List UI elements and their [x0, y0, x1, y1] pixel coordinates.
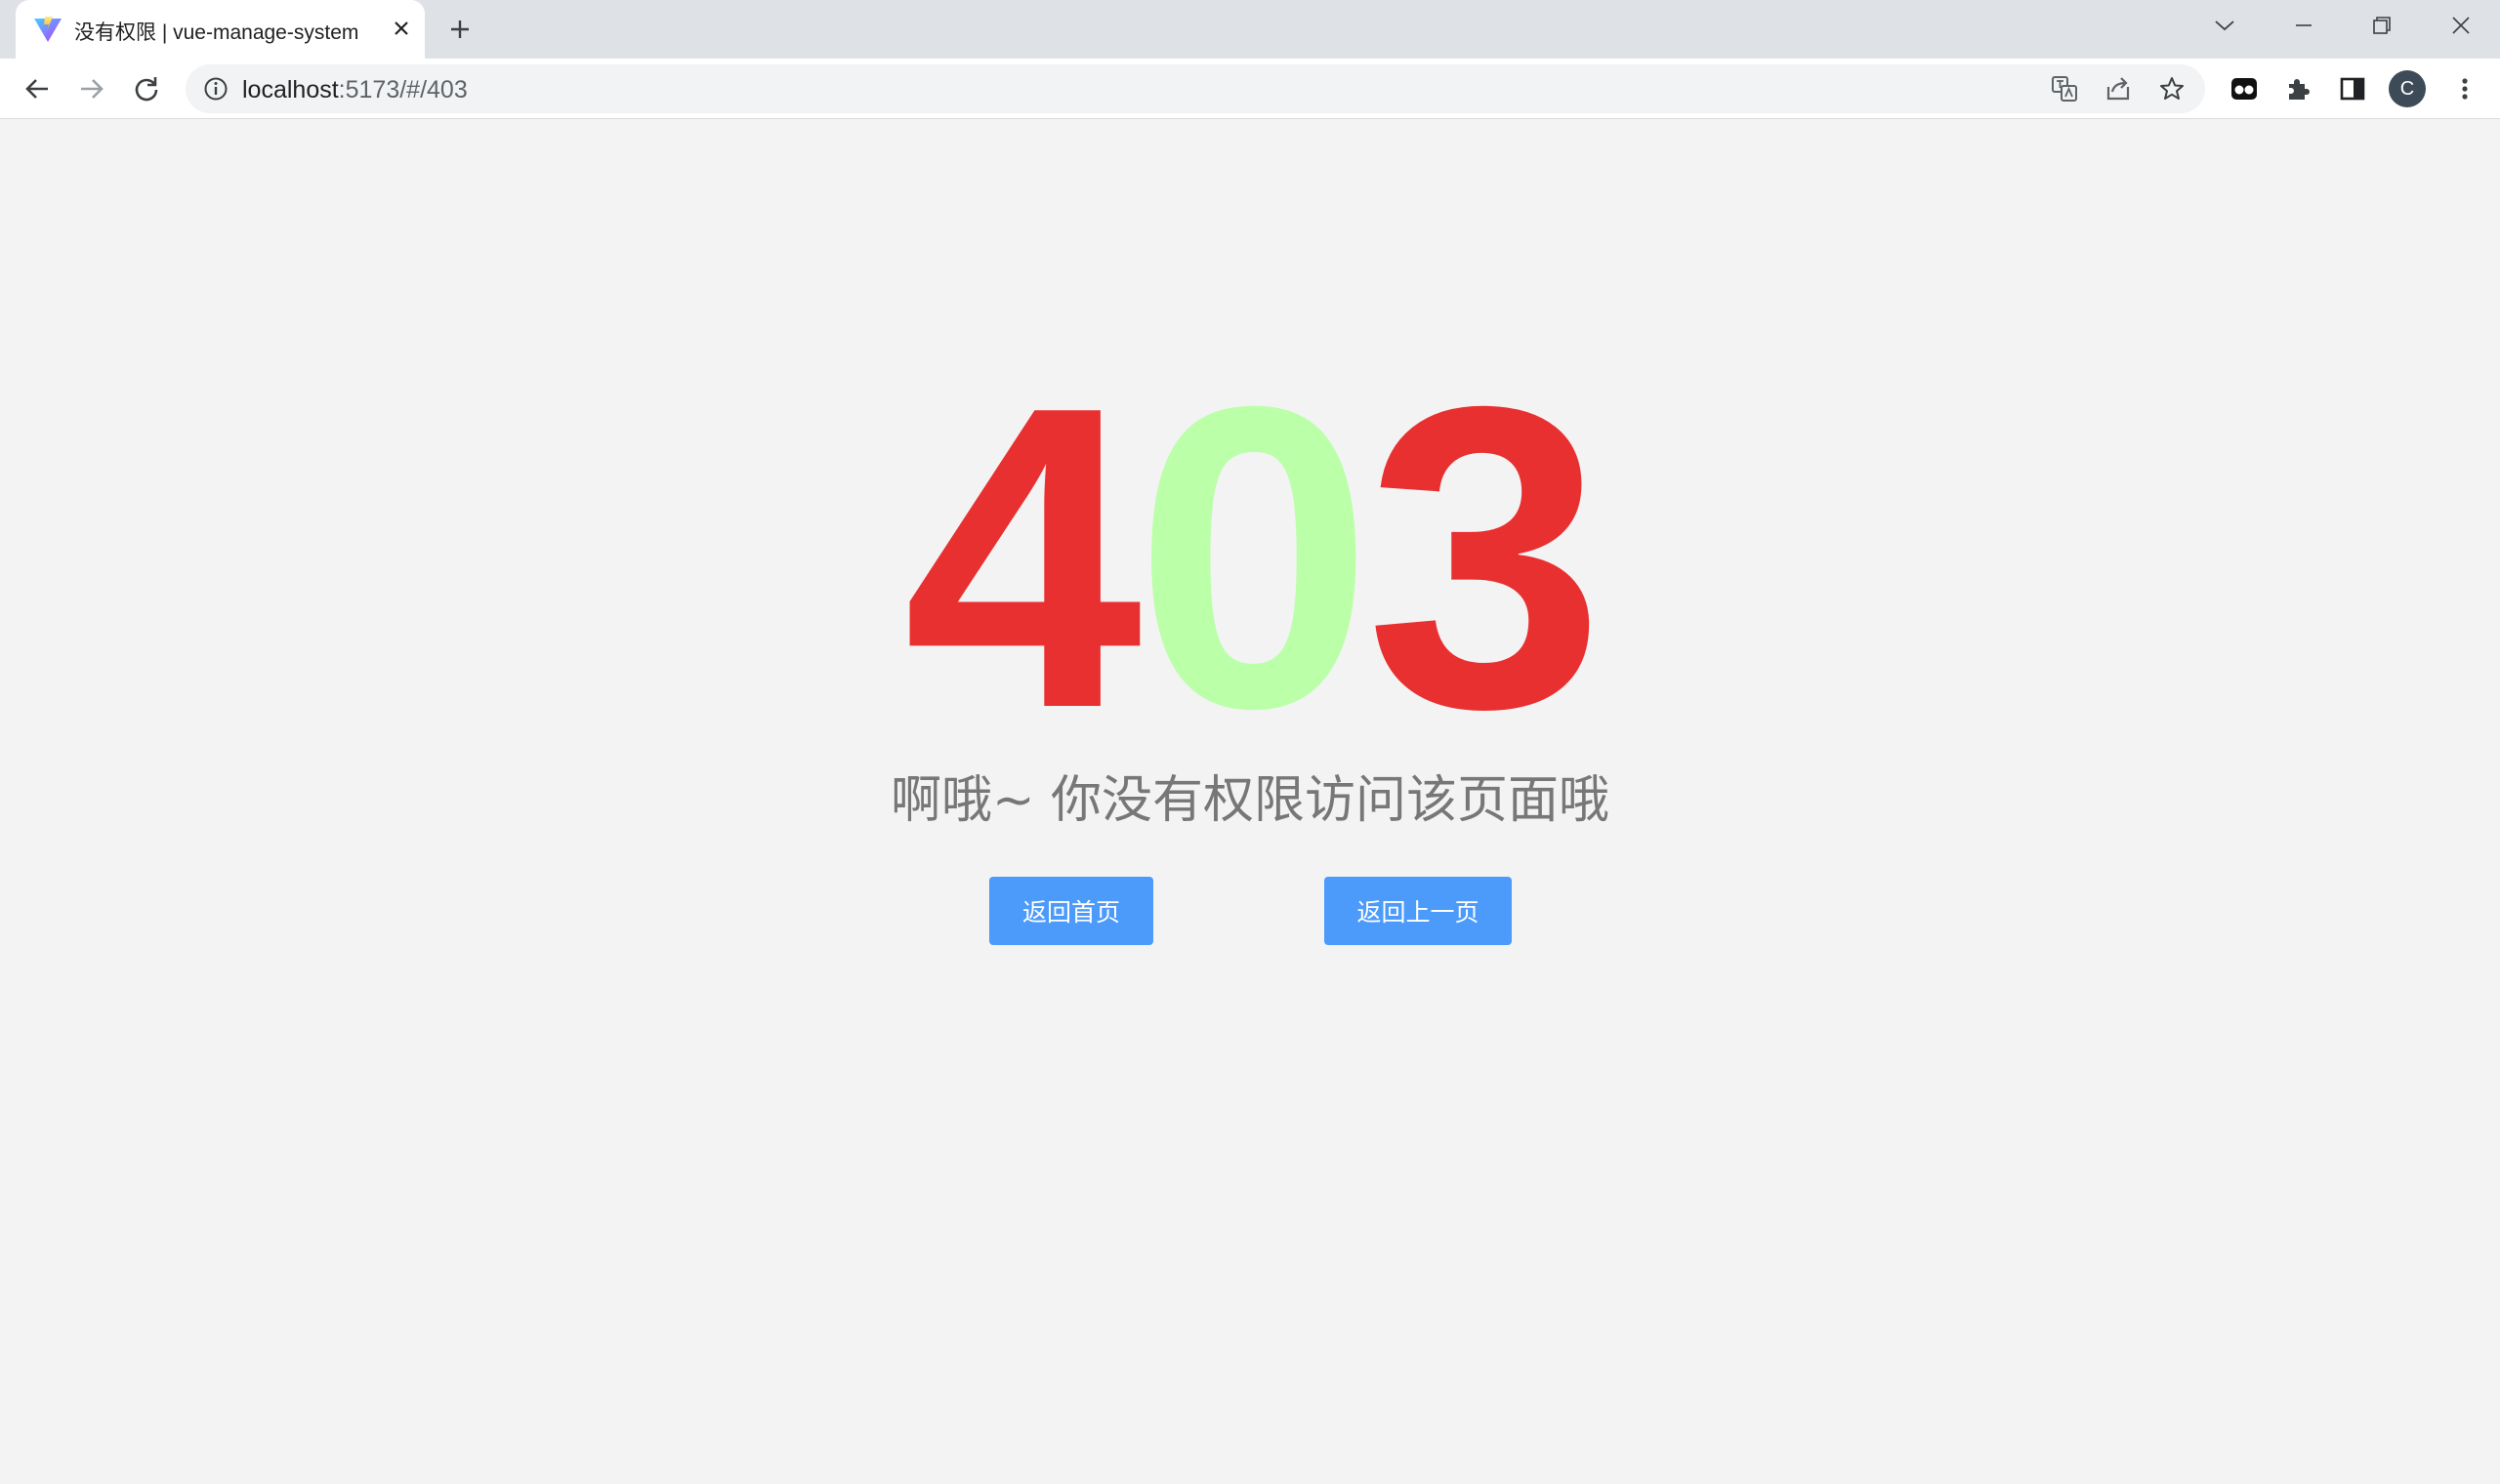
- chevron-down-icon[interactable]: [2205, 8, 2244, 43]
- close-icon[interactable]: [387, 14, 416, 43]
- forward-arrow-icon[interactable]: [72, 69, 111, 108]
- minimize-icon[interactable]: [2284, 8, 2323, 43]
- profile-avatar[interactable]: C: [2389, 70, 2426, 107]
- translate-icon[interactable]: [2049, 73, 2080, 104]
- browser-toolbar: localhost:5173/#/403 C: [0, 59, 2500, 119]
- error-message: 啊哦~ 你没有权限访问该页面哦: [890, 771, 1610, 830]
- browser-tab-active[interactable]: 没有权限 | vue-manage-system: [16, 0, 425, 59]
- side-panel-icon[interactable]: [2333, 69, 2372, 108]
- star-icon[interactable]: [2156, 73, 2188, 104]
- vite-logo-icon: [33, 16, 62, 43]
- url-host: localhost: [242, 76, 339, 103]
- error-code-digit-3: 3: [1365, 318, 1604, 798]
- address-bar[interactable]: localhost:5173/#/403: [186, 64, 2205, 113]
- plus-icon[interactable]: [442, 12, 478, 47]
- extension-icon[interactable]: [2225, 69, 2264, 108]
- page-viewport: 403 啊哦~ 你没有权限访问该页面哦 返回首页 返回上一页: [0, 119, 2500, 1484]
- share-icon[interactable]: [2103, 73, 2134, 104]
- url-text[interactable]: localhost:5173/#/403: [242, 76, 468, 104]
- error-code: 403: [0, 344, 2500, 773]
- back-arrow-icon[interactable]: [18, 69, 57, 108]
- error-code-digit-4: 4: [902, 318, 1143, 798]
- puzzle-icon[interactable]: [2278, 69, 2317, 108]
- info-icon[interactable]: [203, 76, 229, 102]
- error-code-digit-0: 0: [1134, 318, 1374, 798]
- go-back-button[interactable]: 返回上一页: [1324, 877, 1512, 945]
- restore-icon[interactable]: [2362, 8, 2401, 43]
- back-to-home-button[interactable]: 返回首页: [989, 877, 1153, 945]
- browser-tab-strip: 没有权限 | vue-manage-system: [0, 0, 2500, 59]
- reload-icon[interactable]: [127, 69, 166, 108]
- tab-title: 没有权限 | vue-manage-system: [74, 21, 359, 44]
- url-path: :5173/#/403: [338, 76, 468, 103]
- close-window-icon[interactable]: [2441, 8, 2480, 43]
- kebab-menu-icon[interactable]: [2445, 69, 2484, 108]
